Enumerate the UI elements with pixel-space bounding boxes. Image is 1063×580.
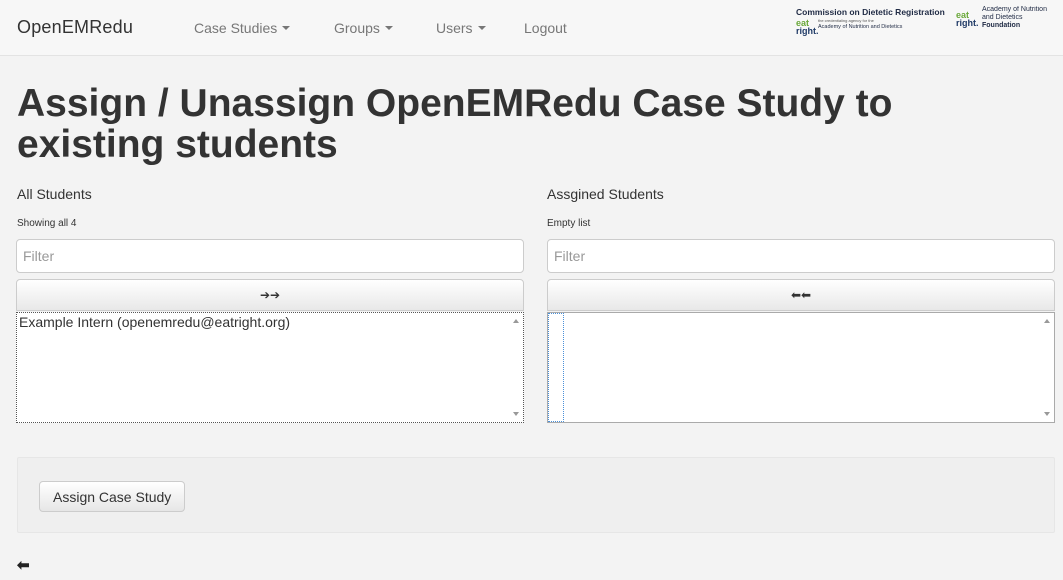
back-arrow-icon[interactable]: ⬅	[17, 556, 30, 574]
remove-all-button[interactable]: ⬅⬅	[547, 279, 1055, 311]
list-item[interactable]: Example Intern (openemredu@eatright.org)	[17, 313, 523, 331]
eatright-foundation-mark: eat right.	[956, 11, 979, 28]
caret-down-icon	[282, 26, 291, 31]
scroll-down-icon[interactable]	[513, 412, 519, 416]
double-arrow-left-icon: ⬅⬅	[790, 288, 812, 302]
listbox-scrollbar[interactable]	[508, 313, 523, 422]
scroll-up-icon[interactable]	[513, 319, 519, 323]
nav-logout-link[interactable]: Logout	[524, 20, 567, 36]
nav-case-studies-label: Case Studies	[194, 20, 278, 36]
nav-users-dropdown[interactable]: Users	[436, 20, 486, 36]
listbox-focus-outline	[548, 313, 564, 422]
partner-logos: Commission on Dietetic Registration eat …	[796, 6, 1063, 40]
nav-users-label: Users	[436, 20, 473, 36]
foundation-line-3: Foundation	[982, 22, 1021, 29]
all-students-label: All Students	[17, 186, 92, 202]
foundation-line-1: Academy of Nutrition	[982, 6, 1047, 13]
all-students-listbox[interactable]: Example Intern (openemredu@eatright.org)	[16, 312, 524, 423]
page-title: Assign / Unassign OpenEMRedu Case Study …	[17, 82, 893, 166]
assigned-students-listbox[interactable]	[547, 312, 1055, 423]
all-students-filter-input[interactable]	[16, 239, 524, 273]
assign-case-study-button[interactable]: Assign Case Study	[39, 481, 186, 512]
move-all-button[interactable]: ➔➔	[16, 279, 524, 311]
cdr-logo-tagline: the credentialing agency for the	[818, 18, 874, 23]
caret-down-icon	[477, 26, 486, 31]
cdr-logo-subtitle: Academy of Nutrition and Dietetics	[818, 24, 903, 30]
eat-mark-bottom: right.	[796, 26, 819, 36]
assigned-students-label: Assgined Students	[547, 186, 664, 202]
eatright-logo-mark: eat right.	[796, 19, 819, 36]
double-arrow-right-icon: ➔➔	[259, 288, 281, 302]
navbar: OpenEMRedu Case Studies Groups Users Log…	[0, 0, 1063, 56]
all-students-info: Showing all 4	[17, 218, 77, 229]
foundation-logo-text: Academy of Nutrition and Dietetics Found…	[982, 6, 1047, 30]
nav-case-studies-dropdown[interactable]: Case Studies	[194, 20, 291, 36]
nav-groups-label: Groups	[334, 20, 380, 36]
caret-down-icon	[384, 26, 393, 31]
form-actions: Assign Case Study	[17, 457, 1055, 533]
cdr-logo-title: Commission on Dietetic Registration	[796, 7, 945, 17]
assigned-students-info: Empty list	[547, 218, 591, 229]
scroll-down-icon[interactable]	[1044, 412, 1050, 416]
eat-mark-bottom: right.	[956, 18, 979, 28]
nav-groups-dropdown[interactable]: Groups	[334, 20, 393, 36]
listbox-scrollbar[interactable]	[1039, 313, 1054, 422]
foundation-line-2: and Dietetics	[982, 14, 1023, 21]
scroll-up-icon[interactable]	[1044, 319, 1050, 323]
assigned-students-filter-input[interactable]	[547, 239, 1055, 273]
brand-link[interactable]: OpenEMRedu	[17, 17, 133, 38]
